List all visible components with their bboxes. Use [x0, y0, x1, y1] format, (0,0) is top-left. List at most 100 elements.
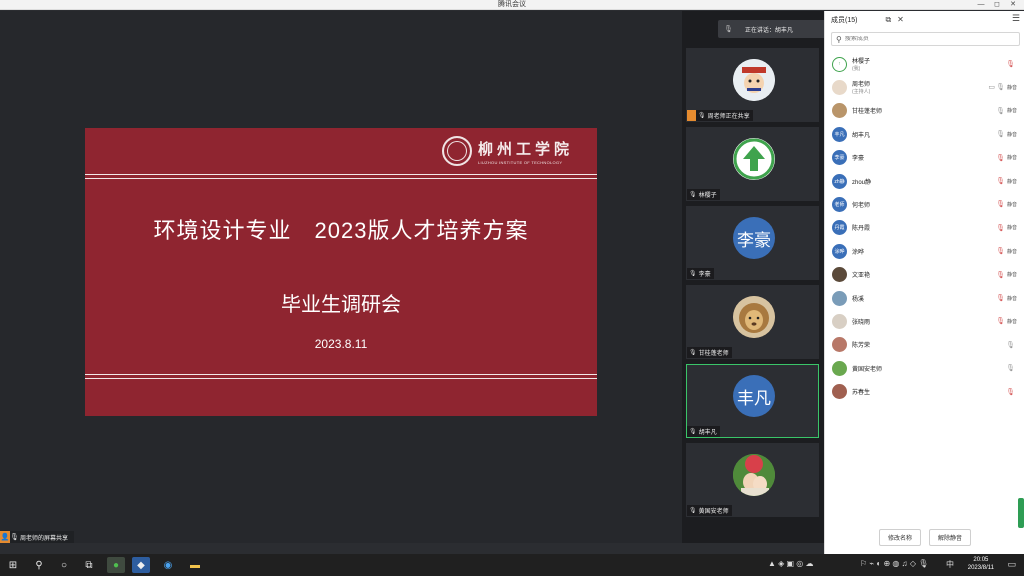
member-row[interactable]: 丹霞 陈丹霞 🎙 静音 [825, 217, 1024, 239]
member-row[interactable]: 涂晔 涂晔 🎙 静音 [825, 240, 1024, 262]
mic-muted-icon[interactable]: 🎙 [1006, 388, 1015, 396]
logo-chinese-name: 柳州工学院 [477, 139, 573, 158]
mic-muted-icon: 🎙 [689, 192, 697, 198]
member-name-block: 何老师 [852, 200, 870, 209]
mute-action[interactable]: 静音 [1007, 295, 1017, 302]
panel-header: 成员(15) ⧉ ✕ ☰ [825, 11, 1024, 28]
university-logo: 柳州工学院 LIUZHOU INSTITUTE OF TECHNOLOGY [441, 136, 573, 166]
mic-muted-icon[interactable]: 🎙 [996, 224, 1005, 232]
video-tile[interactable]: 🎙 周老师正在共享 [686, 48, 819, 122]
search-input[interactable] [844, 36, 1005, 42]
mic-icon[interactable]: 🎙 [996, 107, 1005, 115]
participant-name: 周老师正在共享 [707, 114, 750, 120]
mic-muted-icon[interactable]: 🎙 [996, 200, 1005, 208]
mic-muted-icon[interactable]: 🎙 [996, 271, 1005, 279]
member-row[interactable]: 甘桂蓬老师 🎙 静音 [825, 100, 1024, 122]
member-row[interactable]: 陈芳荣 🎙 [825, 334, 1024, 356]
mic-muted-icon[interactable]: 🎙 [996, 247, 1005, 255]
mute-action[interactable]: 静音 [1007, 271, 1017, 278]
video-tile-active-speaker[interactable]: 丰凡 🎙 胡丰凡 [686, 364, 819, 438]
mic-icon[interactable]: 🎙 [996, 83, 1005, 91]
member-name: 甘桂蓬老师 [852, 109, 883, 116]
mic-icon: 🎙 [698, 113, 706, 119]
popeye-avatar [733, 59, 775, 101]
member-row[interactable]: 张晓雨 🎙 静音 [825, 310, 1024, 332]
mic-icon[interactable]: 🎙 [1006, 341, 1015, 349]
mute-action[interactable]: 静音 [1007, 248, 1017, 255]
member-avatar [832, 79, 847, 95]
close-button[interactable]: ✕ [1006, 0, 1020, 10]
mute-action[interactable]: 静音 [1007, 201, 1017, 208]
minimize-button[interactable]: — [974, 0, 988, 10]
slide-subtitle: 毕业生调研会 [281, 294, 401, 316]
mic-muted-icon[interactable]: 🎙 [996, 294, 1005, 302]
window-titlebar: 腾讯会议 — ◻ ✕ [0, 0, 1024, 10]
rename-button[interactable]: 修改名称 [878, 529, 921, 546]
notification-icon[interactable]: ▭ [1007, 559, 1016, 570]
member-row[interactable]: 李豪 李豪 🎙 静音 [825, 147, 1024, 169]
popout-icon[interactable]: ⧉ [885, 15, 891, 25]
mic-muted-icon[interactable]: 🎙 [996, 154, 1005, 162]
member-row[interactable]: 杨溪 🎙 静音 [825, 287, 1024, 309]
tencent-meeting-icon[interactable]: ◆ [132, 557, 150, 573]
slide-date: 2023.8.11 [314, 337, 368, 351]
member-name-block: 甘桂蓬老师 [852, 106, 882, 115]
member-avatar [832, 337, 847, 353]
member-row[interactable]: 丰凡 胡丰凡 🎙 静音 [825, 123, 1024, 145]
tray-icons[interactable]: ▲ ◈ ▣ ◎ ☁ [768, 559, 814, 568]
file-explorer-icon[interactable]: ▬ [186, 557, 204, 573]
maximize-button[interactable]: ◻ [990, 0, 1004, 10]
member-row[interactable]: 老师 何老师 🎙 静音 [825, 193, 1024, 215]
mute-action[interactable]: 静音 [1007, 131, 1017, 138]
member-name-block: 林樱子 (我) [852, 56, 870, 72]
member-name-block: 陈丹霞 [852, 223, 870, 232]
mute-action[interactable]: 静音 [1007, 84, 1017, 91]
taskbar-clock[interactable]: 20:05 2023/8/11 [968, 556, 994, 572]
mic-muted-icon[interactable]: 🎙 [996, 177, 1005, 185]
close-panel-icon[interactable]: ✕ [897, 15, 904, 24]
mute-action[interactable]: 静音 [1007, 224, 1017, 231]
sharing-icon [687, 110, 696, 121]
mute-action[interactable]: 静音 [1007, 318, 1017, 325]
wechat-icon[interactable]: ● [107, 557, 125, 573]
video-tile[interactable]: 🎙 甘桂蓬老师 [686, 285, 819, 359]
menu-icon[interactable]: ☰ [1012, 13, 1020, 24]
mute-action[interactable]: 静音 [1007, 178, 1017, 185]
member-search[interactable]: ⚲ [831, 32, 1020, 46]
video-tile[interactable]: 🎙 黄国安老师 [686, 443, 819, 517]
browser-icon[interactable]: ◉ [159, 557, 177, 573]
member-name: 黄国安老师 [852, 366, 883, 373]
video-tile[interactable]: 李豪 🎙 李豪 [686, 206, 819, 280]
participant-name: 甘桂蓬老师 [698, 351, 729, 357]
member-name: 杨溪 [852, 296, 865, 303]
task-view-icon[interactable]: ⧉ [80, 557, 98, 573]
member-row[interactable]: zh静 zhou静 🎙 静音 [825, 170, 1024, 192]
mic-muted-icon[interactable]: 🎙 [1006, 60, 1015, 68]
member-row[interactable]: 黄国安老师 🎙 [825, 357, 1024, 379]
member-row[interactable]: 周老师 (主持人) ▭ 🎙 静音 [825, 76, 1024, 98]
tile-label: 🎙 黄国安老师 [687, 505, 732, 516]
ime-indicator[interactable]: 中 [946, 559, 954, 570]
member-name: 陈丹霞 [852, 226, 871, 233]
mic-icon[interactable]: 🎙 [1006, 364, 1015, 372]
member-name: 胡丰凡 [852, 132, 871, 139]
mute-action[interactable]: 静音 [1007, 107, 1017, 114]
member-row[interactable]: 文亚艳 🎙 静音 [825, 264, 1024, 286]
mic-muted-icon[interactable]: 🎙 [996, 317, 1005, 325]
tile-label: 🎙 李豪 [687, 268, 714, 279]
share-badge-label: 周老师的屏幕共享 [20, 535, 69, 542]
start-icon[interactable]: ⊞ [4, 557, 22, 573]
unmute-all-button[interactable]: 解除静音 [929, 529, 972, 546]
search-icon[interactable]: ⚲ [30, 557, 48, 573]
member-name: zhou静 [852, 179, 872, 186]
speaker-mic-icon: 🎙 [724, 26, 733, 33]
mic-icon[interactable]: 🎙 [996, 130, 1005, 138]
cortana-icon[interactable]: ○ [55, 557, 73, 573]
member-name: 苏春生 [852, 390, 871, 397]
member-name-block: 陈芳荣 [852, 340, 870, 349]
system-tray-icons[interactable]: ⚐ ⌁ ◐ ⊕ ◍ ♫ ◇ 🎙 [860, 559, 928, 568]
mute-action[interactable]: 静音 [1007, 154, 1017, 161]
video-tile[interactable]: 🎙 林樱子 [686, 127, 819, 201]
member-row[interactable]: 苏春生 🎙 [825, 381, 1024, 403]
member-row[interactable]: ↑ 林樱子 (我) 🎙 [825, 53, 1024, 75]
